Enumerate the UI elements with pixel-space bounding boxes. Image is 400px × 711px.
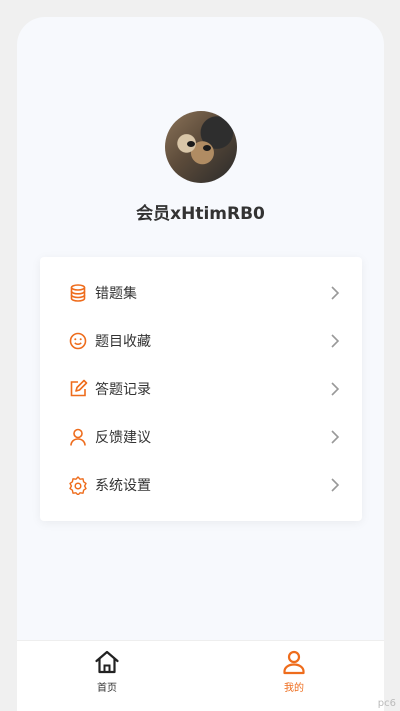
menu-card: 错题集 题目收藏 答题记录 反馈建议 系统设置 [40,257,362,521]
edit-icon [70,379,88,397]
phone-screen: 会员xHtimRB0 错题集 题目收藏 答题记录 反馈建议 系统设置 首页 我的 [17,17,384,711]
database-icon [70,284,86,302]
chevron-right-icon [331,478,340,492]
menu-item-feedback[interactable]: 反馈建议 [40,413,362,461]
menu-item-label: 错题集 [95,286,137,302]
menu-item-answer-records[interactable]: 答题记录 [40,365,362,413]
smiley-icon [69,332,87,350]
avatar-detail [203,145,211,151]
avatar[interactable] [165,111,237,183]
menu-item-label: 系统设置 [95,478,151,494]
chevron-right-icon [331,286,340,300]
gear-icon [69,476,87,495]
menu-item-favorites[interactable]: 题目收藏 [40,317,362,365]
home-icon [95,650,119,674]
chevron-right-icon [331,382,340,396]
tab-mine[interactable]: 我的 [264,649,324,705]
bottom-tab-bar: 首页 我的 [17,640,384,711]
menu-item-settings[interactable]: 系统设置 [40,461,362,509]
tab-home-label: 首页 [97,683,117,694]
tab-home[interactable]: 首页 [77,649,137,705]
chevron-right-icon [331,430,340,444]
user-icon [283,650,305,675]
menu-item-label: 答题记录 [95,382,151,398]
chevron-right-icon [331,334,340,348]
username: 会员xHtimRB0 [136,204,265,224]
avatar-detail [187,141,195,147]
menu-item-label: 题目收藏 [95,334,151,350]
watermark: pc6 [377,698,396,709]
menu-item-wrong-questions[interactable]: 错题集 [40,269,362,317]
user-icon [70,428,86,446]
tab-mine-label: 我的 [284,683,304,694]
menu-item-label: 反馈建议 [95,430,151,446]
